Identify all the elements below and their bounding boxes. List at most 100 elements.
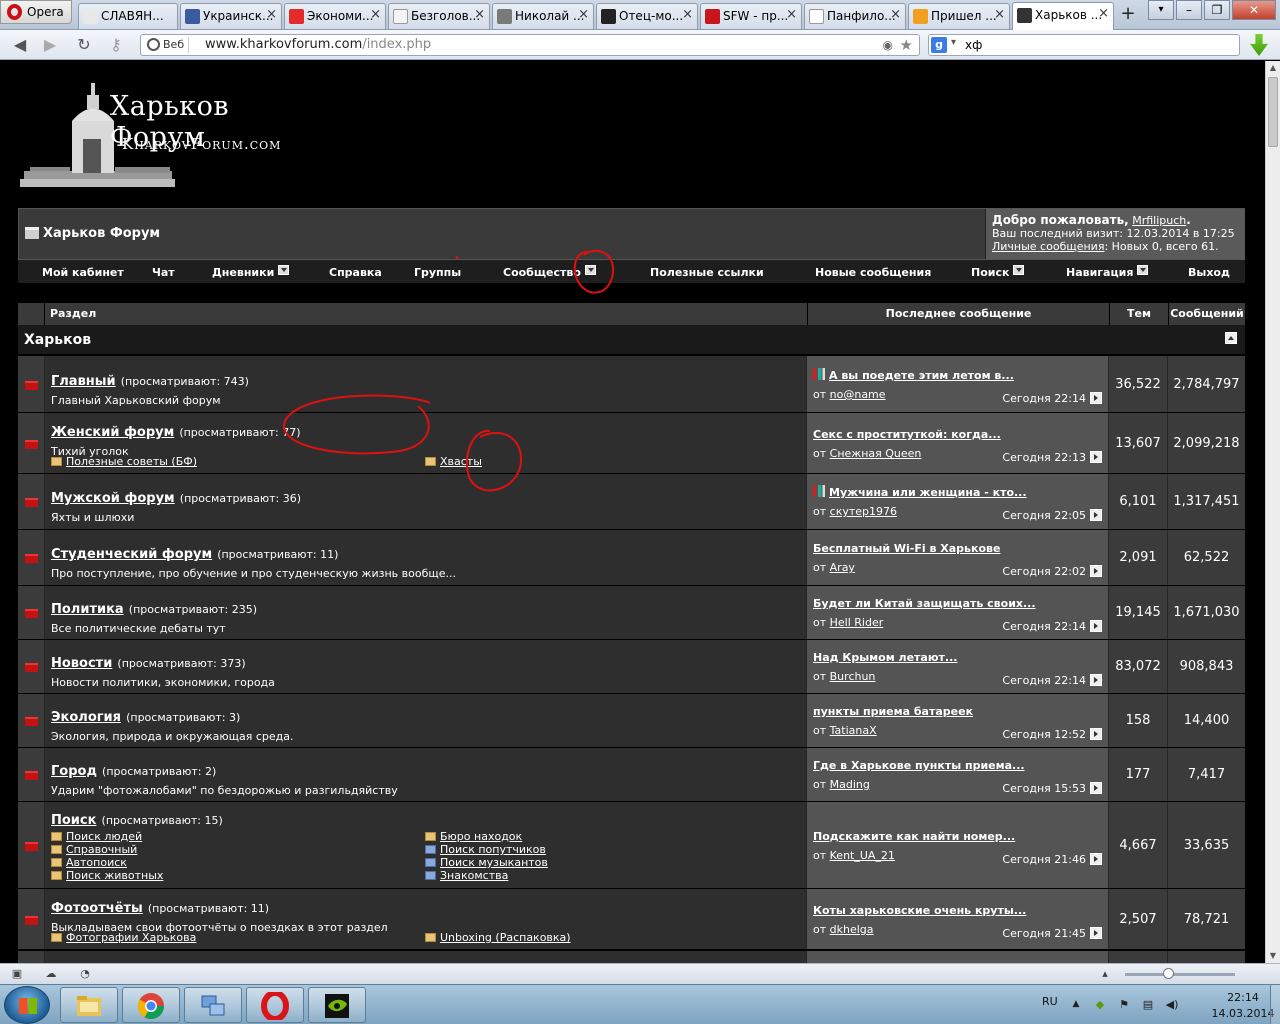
subforum-link[interactable]: Поиск попутчиков — [425, 843, 546, 856]
subforum-link[interactable]: Поиск людей — [51, 830, 142, 843]
tab[interactable]: Украинск... × — [180, 3, 282, 29]
forum-title-link[interactable]: Новости — [51, 656, 112, 671]
google-icon[interactable]: g — [931, 37, 947, 53]
subforum-link[interactable]: Поиск животных — [51, 869, 163, 882]
goto-last-post-icon[interactable] — [1090, 782, 1102, 794]
reload-button[interactable]: ↻ — [72, 34, 96, 56]
collapse-icon[interactable] — [1225, 332, 1237, 344]
dropdown-icon[interactable] — [1137, 265, 1149, 275]
last-post-user-link[interactable]: Burchun — [830, 670, 876, 683]
zoom-slider[interactable] — [1125, 968, 1235, 979]
close-window-button[interactable]: ✕ — [1232, 0, 1276, 20]
close-icon[interactable]: × — [266, 7, 277, 22]
close-icon[interactable]: × — [890, 7, 901, 22]
forum-header-title[interactable]: Харьков Форум — [25, 226, 160, 241]
tab[interactable]: Панфило... × — [804, 3, 906, 29]
scrollbar-thumb[interactable] — [1268, 77, 1278, 147]
last-post-user-link[interactable]: Снежная Queen — [830, 447, 922, 460]
dropdown-icon[interactable] — [1013, 265, 1025, 275]
menu-community[interactable]: Сообщество — [503, 265, 596, 279]
opera-menu-button[interactable]: Opera — [0, 0, 72, 24]
tab[interactable]: СЛАВЯН... — [78, 3, 178, 29]
tab[interactable]: Отец-мо... × — [596, 3, 698, 29]
tab-active[interactable]: Харьков ... × — [1012, 2, 1114, 30]
zoom-slider-knob[interactable] — [1163, 968, 1174, 979]
close-icon[interactable]: × — [682, 7, 693, 22]
last-post-user-link[interactable]: Mading — [830, 778, 870, 791]
menu-new-posts[interactable]: Новые сообщения — [815, 266, 931, 279]
scroll-up-icon[interactable]: ▲ — [1266, 61, 1280, 75]
speed-dial-icon[interactable]: ◔ — [78, 967, 92, 981]
last-post-link[interactable]: Подскажите как найти номер... — [813, 830, 1015, 843]
new-tab-button[interactable]: + — [1117, 4, 1139, 26]
last-post-user-link[interactable]: Kent_UA_21 — [830, 849, 895, 862]
menu-useful-links[interactable]: Полезные ссылки — [650, 266, 764, 279]
tab-list-button[interactable]: ▾ — [1148, 0, 1174, 20]
site-logo[interactable]: Харьков Форум KharkovForum.com — [18, 77, 308, 189]
volume-icon[interactable]: ◀) — [1165, 998, 1179, 1011]
back-button[interactable]: ◀ — [8, 34, 32, 56]
last-post-user-link[interactable]: TatianaX — [830, 724, 877, 737]
last-post-user-link[interactable]: dkhelga — [830, 923, 874, 936]
taskbar-network[interactable] — [184, 987, 242, 1023]
close-icon[interactable]: × — [786, 7, 797, 22]
chevron-down-icon[interactable]: ▾ — [951, 37, 956, 48]
tab[interactable]: Экономи... × — [284, 3, 386, 29]
goto-last-post-icon[interactable] — [1090, 509, 1102, 521]
goto-last-post-icon[interactable] — [1090, 451, 1102, 463]
dropdown-icon[interactable] — [584, 265, 596, 275]
menu-help[interactable]: Справка — [329, 266, 382, 279]
close-icon[interactable]: × — [474, 7, 485, 22]
user-link[interactable]: Mrfilipuch — [1132, 214, 1186, 227]
network-tray-icon[interactable]: ▤ — [1141, 998, 1155, 1011]
tab[interactable]: SFW - пр... × — [700, 3, 802, 29]
language-indicator[interactable]: RU — [1042, 995, 1058, 1008]
rss-icon[interactable]: ◉ — [883, 38, 893, 52]
download-icon[interactable] — [1250, 34, 1268, 56]
goto-last-post-icon[interactable] — [1090, 620, 1102, 632]
menu-my-cabinet[interactable]: Мой кабинет — [42, 266, 124, 279]
goto-last-post-icon[interactable] — [1090, 927, 1102, 939]
last-post-link[interactable]: Мужчина или женщина - кто... — [829, 486, 1027, 499]
goto-last-post-icon[interactable] — [1090, 392, 1102, 404]
menu-navigation[interactable]: Навигация — [1066, 265, 1149, 279]
subforum-link[interactable]: Бюро находок — [425, 830, 522, 843]
subforum-link[interactable]: Полезные советы (БФ) — [51, 455, 197, 468]
scroll-down-icon[interactable]: ▼ — [1266, 949, 1280, 963]
subforum-link[interactable]: Фотографии Харькова — [51, 931, 196, 944]
bookmark-star-icon[interactable]: ★ — [900, 36, 913, 54]
last-post-user-link[interactable]: no@name — [830, 388, 886, 401]
last-post-link[interactable]: Бесплатный Wi-Fi в Харькове — [813, 542, 1000, 555]
key-icon[interactable]: ⚷ — [104, 34, 128, 56]
last-post-link[interactable]: Коты харьковские очень круты... — [813, 904, 1026, 917]
taskbar-chrome[interactable] — [122, 987, 180, 1023]
dropdown-icon[interactable] — [278, 265, 290, 275]
forum-title-link[interactable]: Поиск — [51, 813, 96, 828]
start-button[interactable] — [4, 986, 50, 1024]
turbo-cloud-icon[interactable]: ☁ — [44, 967, 58, 981]
taskbar-opera[interactable] — [246, 987, 304, 1023]
close-icon[interactable]: × — [578, 7, 589, 22]
nvidia-tray-icon[interactable]: ◆ — [1093, 998, 1107, 1011]
goto-last-post-icon[interactable] — [1090, 728, 1102, 740]
private-messages-link[interactable]: Личные сообщения — [992, 240, 1104, 253]
show-hidden-icons-icon[interactable]: ▲ — [1069, 998, 1083, 1011]
last-post-link[interactable]: пункты приема батареек — [813, 705, 973, 718]
tab[interactable]: Николай ... × — [492, 3, 594, 29]
zoom-menu-icon[interactable]: ▴ — [1098, 967, 1112, 981]
forum-title-link[interactable]: Женский форум — [51, 425, 174, 440]
menu-chat[interactable]: Чат — [152, 266, 175, 279]
close-icon[interactable]: × — [994, 7, 1005, 22]
category-title[interactable]: Харьков — [24, 332, 91, 348]
forum-title-link[interactable]: Мужской форум — [51, 491, 175, 506]
taskbar-nvidia[interactable] — [308, 987, 366, 1023]
close-icon[interactable]: × — [1098, 6, 1109, 21]
menu-groups[interactable]: Группы — [414, 266, 461, 279]
taskbar-explorer[interactable] — [60, 987, 118, 1023]
subforum-link[interactable]: Знакомства — [425, 869, 508, 882]
subforum-link[interactable]: Unboxing (Распаковка) — [425, 931, 571, 944]
last-post-user-link[interactable]: скутер1976 — [830, 505, 897, 518]
minimize-button[interactable]: – — [1176, 0, 1202, 20]
forum-title-link[interactable]: Главный — [51, 374, 116, 389]
forum-title-link[interactable]: Политика — [51, 602, 124, 617]
